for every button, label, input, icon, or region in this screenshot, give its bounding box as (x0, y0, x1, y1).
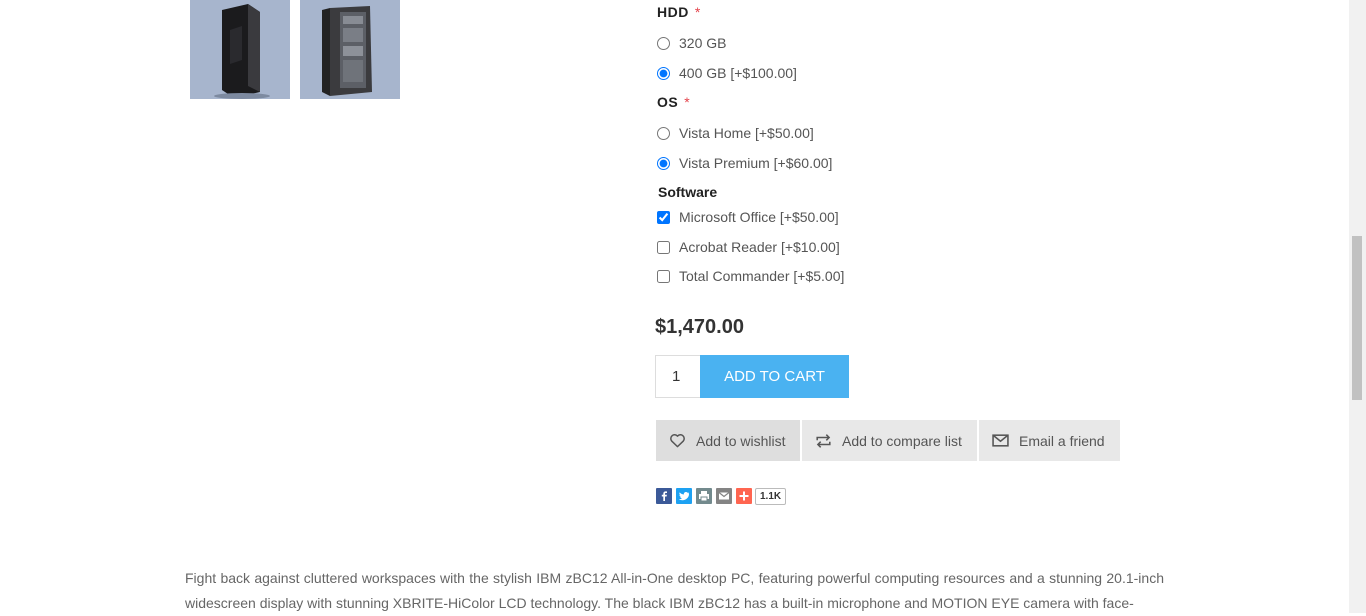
os-option-vista-home[interactable]: Vista Home [+$50.00] (656, 123, 814, 143)
product-description: Fight back against cluttered workspaces … (185, 570, 1164, 611)
os-radio-vista-home[interactable] (657, 126, 670, 140)
compare-label: Add to compare list (842, 432, 962, 449)
product-price: $1,470.00 (655, 316, 744, 338)
product-thumbnail-front[interactable] (190, 0, 290, 99)
software-option-acrobat[interactable]: Acrobat Reader [+$10.00] (656, 237, 840, 257)
addthis-plus-icon[interactable] (736, 488, 752, 504)
hdd-option-400gb[interactable]: 400 GB [+$100.00] (656, 63, 797, 83)
share-count-badge: 1.1K (755, 488, 787, 505)
os-radio-vista-premium[interactable] (657, 156, 670, 170)
software-checkbox-ms-office[interactable] (657, 210, 670, 224)
product-thumbnail-open[interactable] (300, 0, 400, 99)
hdd-radio-320gb[interactable] (657, 36, 670, 50)
wishlist-label: Add to wishlist (696, 432, 786, 449)
page-scrollbar[interactable] (1349, 0, 1366, 613)
envelope-icon (992, 434, 1009, 447)
heart-icon (670, 434, 685, 448)
option-label: Microsoft Office [+$50.00] (679, 209, 839, 225)
required-marker: * (684, 94, 691, 110)
os-option-vista-premium[interactable]: Vista Premium [+$60.00] (656, 153, 832, 173)
scrollbar-thumb[interactable] (1352, 236, 1362, 400)
software-attribute-label: Software (658, 184, 718, 200)
software-option-total-commander[interactable]: Total Commander [+$5.00] (656, 266, 844, 286)
add-to-wishlist-button[interactable]: Add to wishlist (656, 420, 800, 461)
option-label: Acrobat Reader [+$10.00] (679, 239, 840, 255)
add-to-cart-button[interactable]: ADD TO CART (700, 355, 849, 398)
software-checkbox-total-commander[interactable] (657, 269, 670, 283)
facebook-icon[interactable] (656, 488, 672, 504)
option-label: 320 GB (679, 35, 727, 51)
twitter-icon[interactable] (676, 488, 692, 504)
email-a-friend-button[interactable]: Email a friend (979, 420, 1120, 461)
add-to-compare-button[interactable]: Add to compare list (802, 420, 977, 461)
hdd-attribute-label: HDD * (657, 4, 701, 20)
option-label: 400 GB [+$100.00] (679, 65, 797, 81)
os-attribute-label: OS * (657, 94, 691, 110)
required-marker: * (694, 4, 701, 20)
option-label: Vista Premium [+$60.00] (679, 155, 833, 171)
email-icon[interactable] (716, 488, 732, 504)
software-checkbox-acrobat[interactable] (657, 240, 670, 254)
print-icon[interactable] (696, 488, 712, 504)
option-label: Total Commander [+$5.00] (679, 268, 845, 284)
hdd-radio-400gb[interactable] (657, 66, 670, 80)
option-label: Vista Home [+$50.00] (679, 125, 814, 141)
software-option-ms-office[interactable]: Microsoft Office [+$50.00] (656, 207, 839, 227)
hdd-option-320gb[interactable]: 320 GB (656, 33, 726, 53)
compare-arrows-icon (816, 433, 831, 448)
email-friend-label: Email a friend (1019, 432, 1105, 449)
quantity-input[interactable]: 1 (655, 355, 700, 398)
